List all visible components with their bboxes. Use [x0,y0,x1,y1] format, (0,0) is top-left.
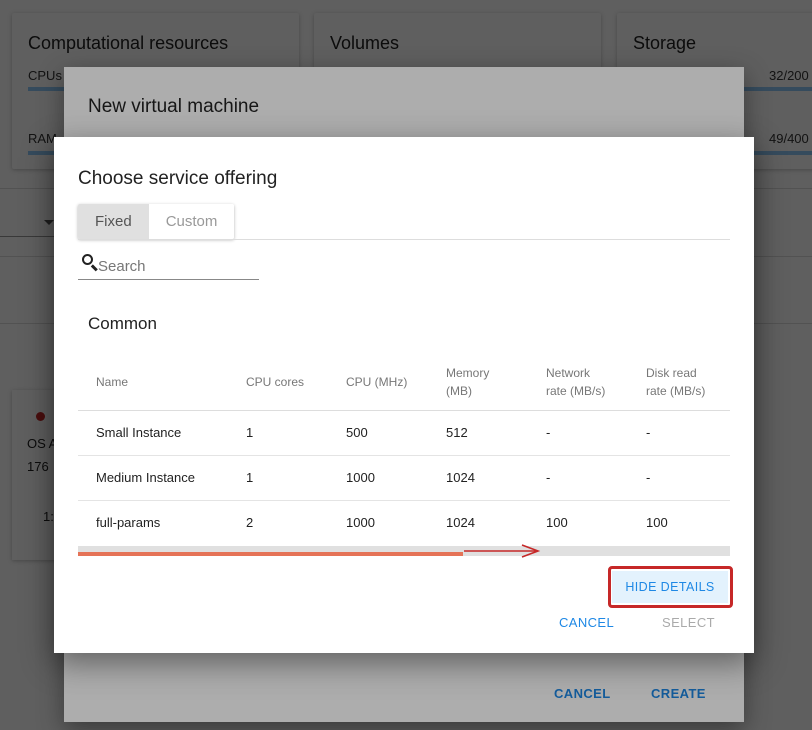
cell-memory: 1024 [446,515,475,531]
cell-network-rate: 100 [546,515,568,531]
select-button[interactable]: SELECT [662,615,715,630]
cancel-button[interactable]: CANCEL [559,615,614,630]
cell-cpu-cores: 1 [228,455,328,501]
search-field [78,250,259,280]
offerings-table: Name CPU cores CPU (MHz) Memory (MB) Netw… [78,354,730,545]
cell-cpu-mhz: 1000 [328,455,428,501]
table-row[interactable]: Medium Instance 1 1000 1024 - - [78,455,730,501]
hide-details-button[interactable]: HIDE DETAILS [612,571,728,603]
tab-custom[interactable]: Custom [148,204,235,239]
cell-disk-read-rate: - [628,410,730,456]
cell-memory: 512 [428,410,528,456]
column-header-network-rate[interactable]: Network rate (MB/s) [528,354,628,411]
cell-disk-read-rate: 100 [646,515,668,531]
scrollbar-thumb[interactable] [78,552,463,556]
cell-network-rate: - [528,410,628,456]
cell-cpu-mhz: 1000 [346,515,375,531]
dialog-title: Choose service offering [78,168,278,189]
cell-name: Medium Instance [78,455,228,501]
cell-cpu-mhz: 500 [328,410,428,456]
column-header-memory[interactable]: Memory (MB) [428,354,528,411]
cell-network-rate: - [528,455,628,501]
search-icon [82,254,98,272]
table-row[interactable]: full-params 2 1000 1024 100 100 [78,500,730,545]
table-row[interactable]: Small Instance 1 500 512 - - [78,410,730,456]
search-input[interactable] [98,256,253,276]
offering-type-tabs: Fixed Custom [78,204,235,239]
column-header-cpu-cores[interactable]: CPU cores [228,354,328,411]
service-offering-dialog: Choose service offering Fixed Custom Com… [54,137,754,653]
tabs-divider [78,239,730,240]
cell-cpu-cores: 2 [246,515,254,531]
annotation-arrow-icon [464,544,541,558]
column-header-disk-read-rate[interactable]: Disk read rate (MB/s) [628,354,730,411]
column-header-name[interactable]: Name [78,354,228,411]
cell-memory: 1024 [428,455,528,501]
table-header-row: Name CPU cores CPU (MHz) Memory (MB) Netw… [78,354,730,411]
cell-disk-read-rate: - [628,455,730,501]
cell-name: Small Instance [78,410,228,456]
cell-name: full-params [96,515,161,531]
tab-fixed[interactable]: Fixed [78,204,149,239]
column-header-cpu-mhz[interactable]: CPU (MHz) [328,354,428,411]
group-title: Common [88,314,157,333]
horizontal-scrollbar[interactable] [78,546,730,556]
cell-cpu-cores: 1 [228,410,328,456]
